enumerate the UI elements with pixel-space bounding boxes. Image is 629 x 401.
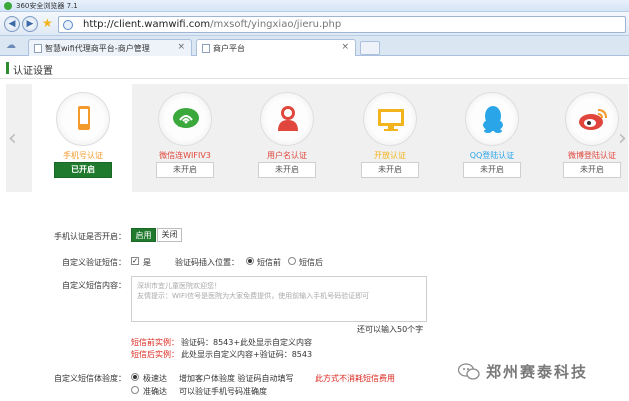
sms-label: 自定义验证短信： — [62, 258, 126, 267]
user-icon — [278, 106, 298, 131]
title-bar: 360安全浏览器 7.1 — [0, 0, 629, 12]
channel-weibo-login[interactable]: 微博登陆认证 未开启 — [551, 92, 629, 188]
insert-before-radio[interactable] — [246, 257, 254, 265]
section-header: 认证设置 — [0, 57, 629, 79]
weibo-icon — [579, 109, 607, 130]
channel-status-button[interactable]: 已开启 — [54, 162, 112, 178]
navigation-bar: ◀ ▶ ★ http://client.wamwifi.com/mxsoft/y… — [0, 12, 629, 36]
auth-channel-strip: ‹ › 手机号认证 已开启 微信连WIFIV3 未开启 用户名认证 未开启 开放… — [6, 84, 628, 192]
channel-icon-circle — [158, 92, 212, 146]
forward-button[interactable]: ▶ — [22, 16, 38, 32]
address-bar[interactable]: http://client.wamwifi.com/mxsoft/yingxia… — [58, 16, 626, 33]
browser-logo-icon — [4, 2, 12, 10]
channel-icon-circle — [465, 92, 519, 146]
exp-accurate-label: 准确达 — [143, 387, 167, 396]
tab-close-icon[interactable]: × — [177, 42, 185, 52]
section-marker — [6, 62, 9, 74]
scroll-left-icon[interactable]: ‹ — [8, 124, 17, 154]
watermark: 郑州赛泰科技 — [458, 360, 624, 384]
wechat-icon — [173, 108, 199, 128]
channel-icon-circle — [363, 92, 417, 146]
channel-label: 开放认证 — [374, 151, 406, 160]
enable-off-button[interactable]: 关闭 — [157, 228, 182, 242]
channel-label: 用户名认证 — [267, 151, 307, 160]
wechat-watermark-icon — [458, 363, 480, 380]
channel-status-button[interactable]: 未开启 — [563, 162, 621, 178]
page-icon — [34, 44, 42, 53]
sms-yes-label: 是 — [143, 258, 151, 267]
exp-accurate-radio[interactable] — [131, 386, 139, 394]
tab-bar: ☁ 智慧wifi代理商平台-商户管理 × 商户平台 × — [0, 36, 629, 56]
channel-icon-circle — [56, 92, 110, 146]
content-line-1: 深圳市宜儿童医院欢迎您！ — [137, 282, 221, 290]
insert-after-radio[interactable] — [288, 257, 296, 265]
example-before-label: 短信前实例： — [131, 338, 179, 347]
chars-left-text: 还可以输入50个字 — [357, 325, 424, 334]
exp-accurate-desc: 可以验证手机号码准确度 — [179, 387, 267, 396]
sms-content-textarea[interactable]: 深圳市宜儿童医院欢迎您！ 友情提示：WIFI信号是医院为大家免费提供，使用前输入… — [131, 276, 427, 322]
globe-icon — [63, 20, 73, 30]
page-icon — [202, 44, 210, 53]
channel-icon-circle — [260, 92, 314, 146]
example-after-label: 短信后实例： — [131, 350, 179, 359]
exp-fast-warning: 此方式不消耗短信费用 — [315, 374, 395, 383]
qq-icon — [483, 106, 503, 133]
channel-status-button[interactable]: 未开启 — [361, 162, 419, 178]
phone-icon — [78, 106, 90, 130]
channel-username-auth[interactable]: 用户名认证 未开启 — [246, 92, 326, 188]
channel-icon-circle — [565, 92, 619, 146]
new-tab-button[interactable] — [360, 41, 380, 55]
channel-label: QQ登陆认证 — [469, 151, 515, 160]
window-title: 360安全浏览器 7.1 — [16, 2, 78, 10]
channel-label: 微信连WIFIV3 — [159, 151, 211, 160]
enable-on-button[interactable]: 启用 — [131, 228, 156, 242]
tab-close-icon[interactable]: × — [341, 42, 349, 52]
cloud-icon[interactable]: ☁ — [6, 40, 20, 51]
insert-before-label: 短信前 — [257, 258, 281, 267]
back-button[interactable]: ◀ — [4, 16, 20, 32]
address-url: http://client.wamwifi.com/mxsoft/yingxia… — [83, 19, 342, 30]
channel-status-button[interactable]: 未开启 — [463, 162, 521, 178]
insert-after-label: 短信后 — [299, 258, 323, 267]
insert-position-label: 验证码插入位置： — [175, 258, 239, 267]
channel-status-button[interactable]: 未开启 — [258, 162, 316, 178]
sms-yes-checkbox[interactable]: ✓ — [131, 257, 139, 265]
content-line-2: 友情提示：WIFI信号是医院为大家免费提供，使用前输入手机号码验证即可 — [137, 292, 370, 300]
example-after-text: 此处显示自定义内容+验证码：8543 — [181, 350, 313, 359]
channel-status-button[interactable]: 未开启 — [156, 162, 214, 178]
channel-phone-auth[interactable]: 手机号认证 已开启 — [42, 92, 122, 188]
channel-label: 微博登陆认证 — [568, 151, 616, 160]
tab-merchant-management[interactable]: 智慧wifi代理商平台-商户管理 × — [28, 39, 192, 56]
example-before-text: 验证码：8543+此处显示自定义内容 — [181, 338, 313, 347]
channel-wechat-wifi[interactable]: 微信连WIFIV3 未开启 — [144, 92, 224, 188]
experience-label: 自定义短信体验度： — [54, 374, 126, 383]
channel-label: 手机号认证 — [63, 151, 103, 160]
favorites-star-icon[interactable]: ★ — [42, 17, 53, 29]
exp-fast-radio[interactable] — [131, 373, 139, 381]
content-label: 自定义短信内容： — [62, 281, 126, 290]
channel-open-auth[interactable]: 开放认证 未开启 — [349, 92, 429, 188]
watermark-text: 郑州赛泰科技 — [486, 363, 589, 381]
channel-qq-login[interactable]: QQ登陆认证 未开启 — [451, 92, 531, 188]
tab-label: 智慧wifi代理商平台-商户管理 — [45, 44, 150, 53]
section-title: 认证设置 — [13, 66, 53, 77]
exp-fast-label: 极速达 — [143, 374, 167, 383]
tab-merchant-platform[interactable]: 商户平台 × — [196, 39, 356, 56]
exp-fast-desc: 增加客户体验度 验证码自动填写 — [179, 374, 294, 383]
monitor-icon — [378, 109, 404, 131]
enable-label: 手机认证是否开启： — [54, 232, 126, 241]
tab-label: 商户平台 — [213, 44, 245, 53]
